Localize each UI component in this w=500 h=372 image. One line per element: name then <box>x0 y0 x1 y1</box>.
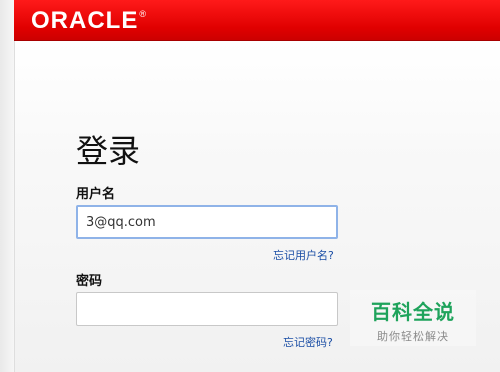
registered-mark: ® <box>139 9 147 19</box>
username-label: 用户名 <box>76 186 116 201</box>
username-input[interactable] <box>76 205 338 239</box>
watermark-badge: 百科全说 助你轻松解决 <box>350 290 476 346</box>
window-left-edge <box>0 0 15 372</box>
forgot-password-link[interactable]: 忘记密码? <box>283 334 333 350</box>
page-title: 登录 <box>76 132 141 170</box>
forgot-username-link[interactable]: 忘记用户名? <box>273 247 334 263</box>
password-label: 密码 <box>76 273 103 288</box>
header-bar: ORACLE® <box>14 0 500 41</box>
password-input[interactable] <box>76 292 338 326</box>
watermark-subtitle: 助你轻松解决 <box>377 330 449 343</box>
oracle-logo[interactable]: ORACLE® <box>31 7 147 35</box>
watermark-title: 百科全说 <box>371 300 455 324</box>
logo-text: ORACLE <box>31 7 139 34</box>
